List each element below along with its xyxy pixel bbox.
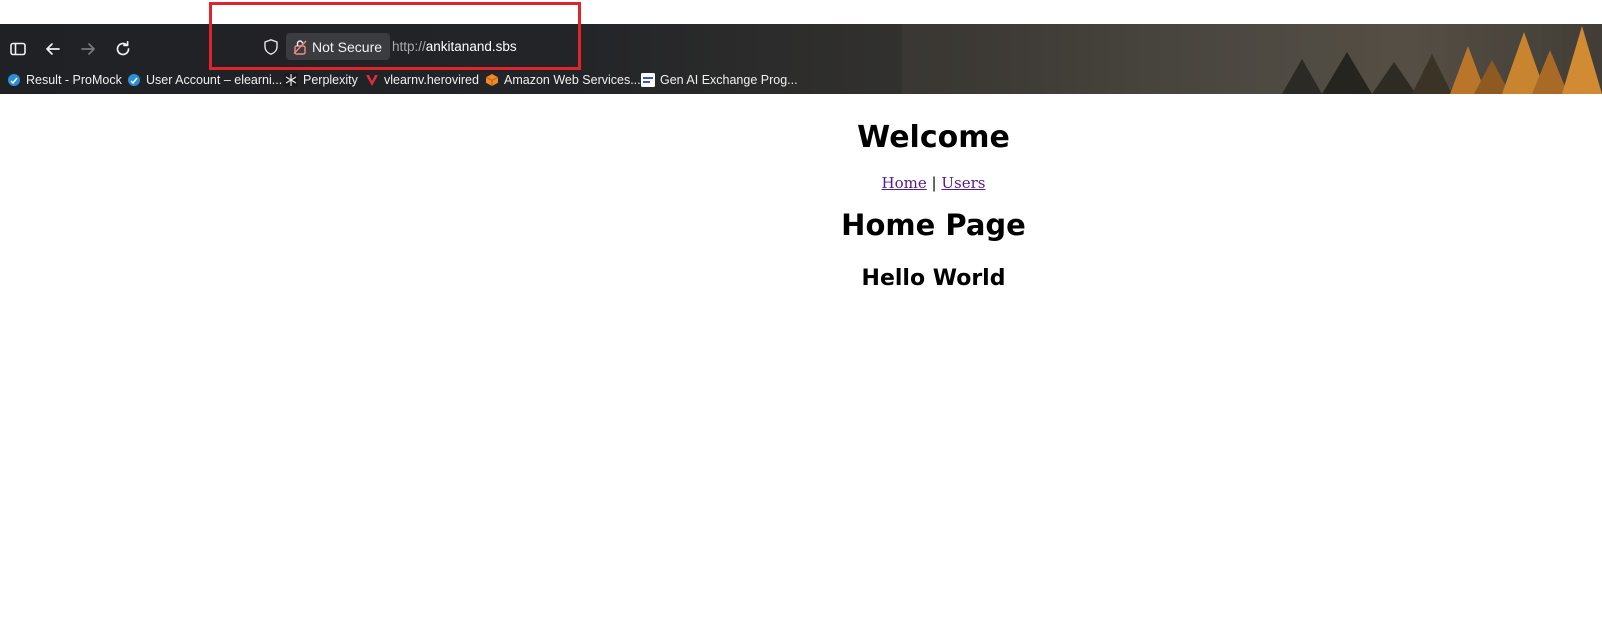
promock-icon	[8, 74, 20, 86]
back-arrow-icon	[46, 43, 60, 55]
welcome-heading: Welcome	[857, 120, 1010, 155]
forward-arrow-icon	[81, 43, 95, 55]
aws-icon	[485, 74, 499, 86]
sidebar-toggle-button[interactable]	[5, 36, 31, 62]
bookmark-label: Result - ProMock	[26, 73, 122, 87]
bookmark-user-account[interactable]: User Account – elearni...	[127, 73, 282, 87]
bookmark-label: vlearnv.herovired	[384, 73, 479, 87]
perplexity-icon	[284, 73, 298, 87]
bookmark-promock-result[interactable]: Result - ProMock	[7, 73, 122, 87]
bookmark-label: User Account – elearni...	[146, 73, 283, 87]
bookmark-label: Gen AI Exchange Prog...	[660, 73, 798, 87]
page-title: Home Page	[841, 208, 1026, 242]
bookmark-perplexity[interactable]: Perplexity	[284, 73, 358, 87]
herovired-icon	[366, 75, 378, 86]
nav-links: Home | Users	[265, 173, 1602, 193]
reload-button[interactable]	[110, 36, 136, 62]
reload-icon	[116, 40, 130, 56]
bookmarks-bar: Result - ProMock User Account – elearni.…	[0, 71, 1602, 93]
bookmark-gen-ai-exchange[interactable]: Gen AI Exchange Prog...	[641, 73, 798, 87]
bookmark-label: Amazon Web Services...	[504, 73, 641, 87]
genai-icon	[641, 73, 655, 87]
sidebar-icon	[10, 42, 26, 56]
bookmark-herovired[interactable]: vlearnv.herovired	[365, 73, 479, 87]
forward-button[interactable]	[75, 36, 101, 62]
promock-icon	[128, 74, 140, 86]
annotation-highlight-box	[209, 2, 581, 70]
bookmark-aws[interactable]: Amazon Web Services...	[485, 73, 641, 87]
page-content: Welcome Home | Users Home Page Hello Wor…	[265, 94, 1602, 293]
users-link[interactable]: Users	[941, 174, 985, 192]
nav-separator: |	[931, 174, 937, 192]
bookmark-label: Perplexity	[303, 73, 358, 87]
home-link[interactable]: Home	[882, 174, 927, 192]
hello-world-heading: Hello World	[861, 266, 1006, 291]
back-button[interactable]	[40, 36, 66, 62]
